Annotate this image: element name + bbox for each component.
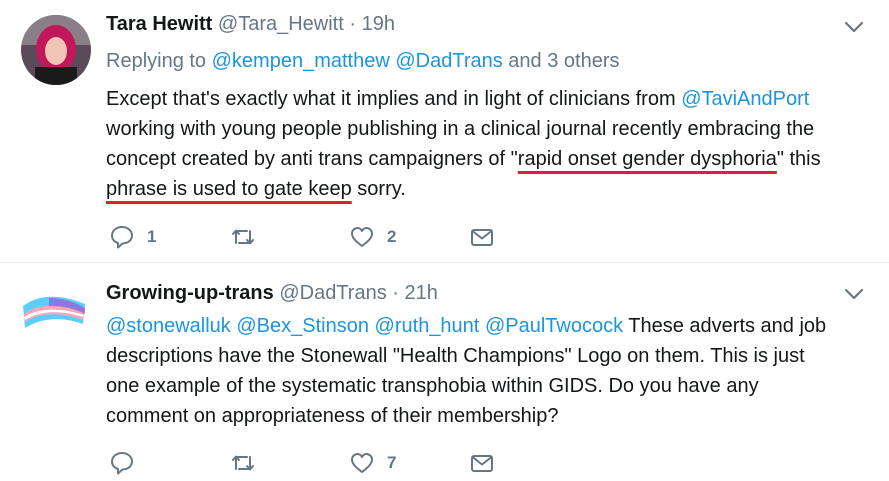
body-line: sorry. — [351, 178, 406, 200]
tweet-text: Except that's exactly what it implies an… — [106, 84, 876, 204]
tweet-text: @stonewalluk @Bex_Stinson @ruth_hunt @Pa… — [106, 311, 856, 431]
separator-dot: · — [392, 282, 399, 304]
body-line: " this — [776, 148, 821, 170]
body-line: comment on appropriateness of their memb… — [106, 405, 559, 427]
mention-bex-stinson[interactable]: @Bex_Stinson — [236, 315, 369, 337]
body-line: These adverts and job — [623, 315, 827, 337]
tweet-growing-up-trans[interactable]: Growing-up-trans @DadTrans · 21h @stonew… — [0, 263, 889, 481]
avatar-growing-up-trans[interactable] — [19, 280, 89, 350]
direct-message-button[interactable] — [469, 223, 495, 251]
highlighted-phrase: rapid onset gender dysphoria — [517, 148, 777, 170]
like-button[interactable]: 2 — [349, 223, 396, 251]
timestamp[interactable]: 19h — [362, 13, 395, 35]
replying-to: Replying to @kempen_matthew @DadTrans an… — [106, 50, 619, 73]
mention-kempen-matthew[interactable]: @kempen_matthew — [212, 50, 390, 72]
display-name[interactable]: Tara Hewitt — [106, 13, 212, 35]
retweet-button[interactable] — [230, 223, 268, 251]
mention-dadtrans[interactable]: @DadTrans — [395, 50, 502, 72]
tweet-header: Tara Hewitt @Tara_Hewitt · 19h — [106, 12, 395, 36]
retweet-button[interactable] — [230, 449, 268, 477]
direct-message-button[interactable] — [469, 449, 495, 477]
username[interactable]: @Tara_Hewitt — [218, 13, 344, 35]
username[interactable]: @DadTrans — [279, 282, 386, 304]
retweet-icon — [232, 229, 254, 245]
tweet-header: Growing-up-trans @DadTrans · 21h — [106, 281, 438, 305]
display-name[interactable]: Growing-up-trans — [106, 282, 274, 304]
body-line: Except that's exactly what it implies an… — [106, 88, 682, 110]
replying-others[interactable]: and 3 others — [503, 50, 619, 72]
timestamp[interactable]: 21h — [405, 282, 438, 304]
reply-icon — [111, 226, 133, 249]
like-icon — [351, 227, 373, 247]
mention-stonewalluk[interactable]: @stonewalluk — [106, 315, 231, 337]
direct-message-icon — [471, 455, 493, 472]
like-count: 2 — [387, 227, 397, 246]
body-line: concept created by anti trans campaigner… — [106, 148, 518, 170]
mention-taviandport[interactable]: @TaviAndPort — [681, 88, 809, 110]
replying-prefix: Replying to — [106, 50, 212, 72]
body-line: descriptions have the Stonewall "Health … — [106, 345, 805, 367]
reply-icon — [111, 452, 133, 475]
avatar-tara-hewitt[interactable] — [21, 15, 91, 85]
tweet-tara-hewitt[interactable]: Tara Hewitt @Tara_Hewitt · 19h Replying … — [0, 0, 889, 263]
body-line: working with young people publishing in … — [106, 118, 815, 140]
reply-count: 1 — [147, 227, 157, 246]
like-button[interactable]: 7 — [349, 449, 396, 477]
mention-paultwocock[interactable]: @PaulTwocock — [485, 315, 623, 337]
reply-button[interactable]: 1 — [109, 223, 156, 251]
direct-message-icon — [471, 229, 493, 246]
retweet-icon — [232, 455, 254, 471]
chevron-down-icon[interactable] — [843, 287, 865, 301]
like-icon — [351, 453, 373, 473]
like-count: 7 — [387, 453, 397, 472]
mention-ruth-hunt[interactable]: @ruth_hunt — [375, 315, 480, 337]
body-line: one example of the systematic transphobi… — [106, 375, 759, 397]
reply-button[interactable] — [109, 449, 147, 477]
highlighted-phrase: phrase is used to gate keep — [106, 178, 352, 200]
chevron-down-icon[interactable] — [843, 20, 865, 34]
separator-dot: · — [349, 13, 357, 35]
